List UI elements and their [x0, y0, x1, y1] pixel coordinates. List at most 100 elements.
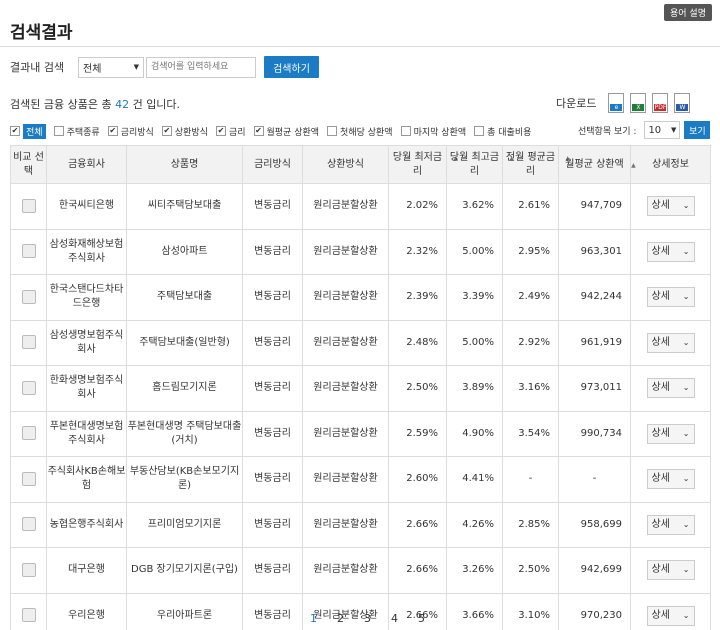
- detail-select[interactable]: 상세 ⌄: [646, 241, 695, 262]
- detail-select[interactable]: 상세 ⌄: [646, 514, 695, 535]
- detail-select[interactable]: 상세 ⌄: [646, 287, 695, 308]
- filter-total-cost[interactable]: 총 대출비용: [474, 125, 531, 138]
- results-table: 비교 선택 금융회사 상품명 금리방식 상환방식 당월 최저금리 ▲ 당월 최고금…: [10, 145, 711, 630]
- header-compare: 비교 선택: [10, 145, 47, 184]
- rate-type-cell: 변동금리: [242, 365, 303, 412]
- monthly-cell: 942,699: [558, 547, 631, 594]
- header-min-rate-label: 당월 최저금리: [392, 151, 443, 177]
- checkbox[interactable]: [327, 126, 338, 136]
- checkbox[interactable]: [474, 126, 485, 136]
- search-input[interactable]: [146, 56, 256, 78]
- compare-checkbox[interactable]: [21, 244, 36, 259]
- monthly-cell: -: [558, 456, 631, 503]
- detail-label: 상세: [651, 564, 670, 576]
- checkbox[interactable]: [10, 126, 20, 136]
- download-bar: 다운로드 e X PDF W: [556, 93, 691, 113]
- filter-monthly-payment[interactable]: 월평균 상환액: [253, 125, 319, 138]
- filter-all[interactable]: 전체: [10, 123, 46, 139]
- checkbox[interactable]: [53, 126, 64, 136]
- excel-icon[interactable]: X: [630, 93, 647, 113]
- chevron-down-icon: ⌄: [682, 519, 690, 529]
- compare-checkbox[interactable]: [21, 517, 36, 532]
- chevron-down-icon: ⌄: [682, 610, 690, 620]
- compare-checkbox[interactable]: [21, 335, 36, 350]
- checkbox[interactable]: [215, 126, 226, 136]
- filter-last-payment[interactable]: 마지막 상환액: [400, 125, 466, 138]
- search-button[interactable]: 검색하기: [264, 56, 319, 78]
- repay-type-cell: 원리금분할상환: [302, 547, 389, 594]
- compare-checkbox[interactable]: [21, 380, 36, 395]
- detail-label: 상세: [651, 336, 670, 348]
- detail-label: 상세: [651, 427, 670, 439]
- page-link-3[interactable]: 3: [354, 612, 381, 625]
- chevron-down-icon: ⌄: [682, 428, 690, 438]
- detail-select[interactable]: 상세 ⌄: [646, 469, 695, 490]
- word-icon[interactable]: W: [674, 93, 691, 113]
- rate-type-cell: 변동금리: [242, 592, 303, 630]
- filter-rate[interactable]: 금리: [215, 125, 246, 138]
- compare-checkbox[interactable]: [21, 198, 36, 213]
- page-link-1[interactable]: 1: [300, 612, 327, 625]
- compare-cell: [10, 228, 47, 275]
- page-link-5[interactable]: 5: [408, 612, 435, 625]
- page-link-4[interactable]: 4: [381, 612, 408, 625]
- compare-checkbox[interactable]: [21, 289, 36, 304]
- checkbox[interactable]: [400, 126, 411, 136]
- detail-select[interactable]: 상세 ⌄: [646, 196, 695, 217]
- pagination: 1 2 3 4 5: [300, 612, 435, 625]
- product-cell: 삼성아파트: [126, 228, 243, 275]
- company-cell: 한국씨티은행: [46, 183, 127, 230]
- detail-select[interactable]: 상세 ⌄: [646, 605, 695, 626]
- header-avg-rate[interactable]: 전월 평균금리 ▲: [502, 145, 570, 184]
- detail-select[interactable]: 상세 ⌄: [646, 378, 695, 399]
- avg-rate-cell: -: [502, 456, 559, 503]
- per-page-control: 선택항목 보기 : 10 ▼ 보기: [578, 121, 711, 139]
- table-row: 주식회사KB손해보험 부동산담보(KB손보모기지론) 변동금리 원리금분할상환 …: [10, 456, 711, 503]
- detail-cell: 상세 ⌄: [630, 183, 711, 230]
- result-summary: 검색된 금융 상품은 총 42 건 입니다.: [10, 96, 180, 112]
- compare-checkbox[interactable]: [21, 426, 36, 441]
- header-repay-type: 상환방식: [302, 145, 389, 184]
- detail-select[interactable]: 상세 ⌄: [646, 423, 695, 444]
- filter-rate-type[interactable]: 금리방식: [107, 125, 154, 138]
- product-cell: 푸본현대생명 주택담보대출(거치): [126, 410, 243, 457]
- product-cell: DGB 장기모기지론(구입): [126, 547, 243, 594]
- rate-type-cell: 변동금리: [242, 547, 303, 594]
- monthly-cell: 961,919: [558, 319, 631, 366]
- monthly-cell: 942,244: [558, 274, 631, 321]
- detail-select[interactable]: 상세 ⌄: [646, 560, 695, 581]
- repay-type-cell: 원리금분할상환: [302, 274, 389, 321]
- per-page-button[interactable]: 보기: [684, 121, 711, 139]
- header-monthly-label: 월평균 상환액: [565, 158, 624, 170]
- search-scope-select[interactable]: 전체 ▼: [78, 56, 144, 78]
- company-cell: 우리은행: [46, 592, 127, 630]
- ie-icon[interactable]: e: [608, 93, 625, 113]
- checkbox[interactable]: [107, 126, 118, 136]
- detail-cell: 상세 ⌄: [630, 274, 711, 321]
- filter-first-payment[interactable]: 첫해당 상환액: [327, 125, 393, 138]
- table-row: 한국스탠다드차타드은행 주택담보대출 변동금리 원리금분할상환 2.39% 3.…: [10, 274, 711, 321]
- repay-type-cell: 원리금분할상환: [302, 410, 389, 457]
- filter-house-type[interactable]: 주택종류: [53, 125, 100, 138]
- avg-rate-cell: 2.49%: [502, 274, 559, 321]
- monthly-cell: 970,230: [558, 592, 631, 630]
- repay-type-cell: 원리금분할상환: [302, 228, 389, 275]
- filter-repay-type[interactable]: 상환방식: [161, 125, 208, 138]
- pdf-icon[interactable]: PDF: [652, 93, 669, 113]
- detail-select[interactable]: 상세 ⌄: [646, 332, 695, 353]
- per-page-select[interactable]: 10 ▼: [644, 121, 681, 139]
- compare-checkbox[interactable]: [21, 608, 36, 623]
- checkbox[interactable]: [253, 126, 264, 136]
- checkbox[interactable]: [161, 126, 172, 136]
- compare-checkbox[interactable]: [21, 562, 36, 577]
- result-suffix: 건 입니다.: [129, 98, 181, 111]
- compare-cell: [10, 501, 47, 548]
- compare-checkbox[interactable]: [21, 471, 36, 486]
- help-button[interactable]: 용어 설명: [664, 4, 712, 21]
- page-link-2[interactable]: 2: [327, 612, 354, 625]
- header-max-rate[interactable]: 당월 최고금리 ▲: [446, 145, 514, 184]
- header-min-rate[interactable]: 당월 최저금리 ▲: [388, 145, 458, 184]
- product-cell: 프리미엄모기지론: [126, 501, 243, 548]
- rate-type-cell: 변동금리: [242, 228, 303, 275]
- max-rate-cell: 3.26%: [446, 547, 503, 594]
